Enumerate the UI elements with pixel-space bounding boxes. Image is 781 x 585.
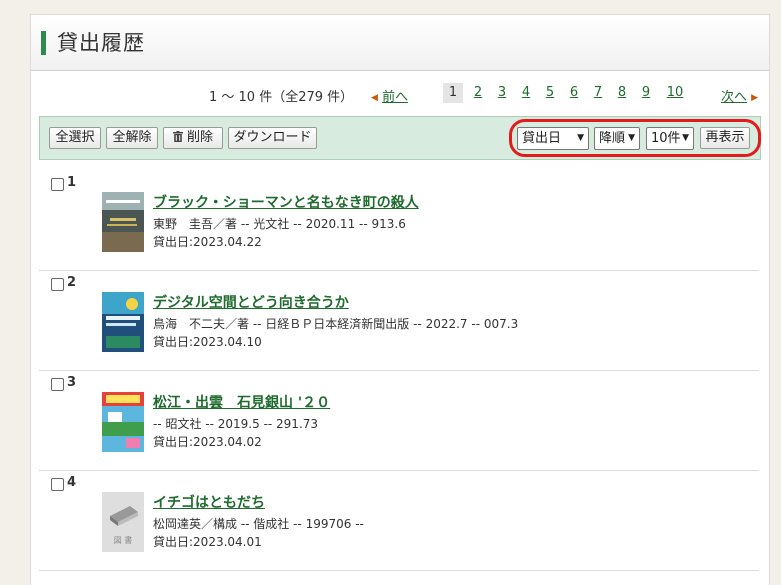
highlight-annotation: [509, 119, 761, 157]
title-accent-bar: [41, 31, 46, 55]
book-title-link[interactable]: ブラック・ショーマンと名もなき町の殺人: [153, 192, 419, 212]
item-number: 3: [67, 375, 77, 390]
page-10[interactable]: 10: [663, 83, 687, 103]
book-cover-3-icon: [102, 392, 144, 452]
next-arrow-icon: ▶: [751, 93, 759, 103]
item-number: 1: [67, 175, 77, 190]
panel-header: 貸出履歴: [31, 15, 769, 71]
delete-button[interactable]: 削除: [163, 127, 223, 149]
prev-page-link[interactable]: ◀ 前へ: [371, 86, 408, 105]
item-checkbox[interactable]: [51, 378, 64, 391]
item-number: 4: [67, 475, 77, 490]
loan-date: 貸出日:2023.04.10: [153, 335, 262, 349]
page-2[interactable]: 2: [468, 83, 488, 103]
book-title-link[interactable]: イチゴはともだち: [153, 492, 265, 512]
item-checkbox[interactable]: [51, 178, 64, 191]
loan-date: 貸出日:2023.04.02: [153, 435, 262, 449]
no-image-placeholder[interactable]: 図 書: [102, 492, 144, 552]
book-meta: 松岡達英／構成 -- 偕成社 -- 199706 --: [153, 517, 364, 531]
item-checkbox[interactable]: [51, 478, 64, 491]
result-count: 1 ～ 10 件（全279 件）: [209, 90, 354, 105]
loan-date: 貸出日:2023.04.22: [153, 235, 262, 249]
book-cover-1-icon: [102, 192, 144, 252]
page-4[interactable]: 4: [516, 83, 536, 103]
page-9[interactable]: 9: [636, 83, 656, 103]
book-meta: 鳥海 不二夫／著 -- 日経ＢＰ日本経済新聞出版 -- 2022.7 -- 00…: [153, 317, 519, 331]
deselect-all-button[interactable]: 全解除: [106, 127, 158, 149]
toolbar: 全選択 全解除 削除 ダウンロード 貸出日 ▼ 降順 ▼ 10件 ▼ 再表示: [39, 116, 761, 160]
book-title-link[interactable]: デジタル空間とどう向き合うか: [153, 292, 349, 312]
download-button[interactable]: ダウンロード: [228, 127, 317, 149]
page-8[interactable]: 8: [612, 83, 632, 103]
cover-image[interactable]: [102, 292, 144, 352]
list-item: 2 デジタル空間とどう向き合うか 鳥海 不二夫／著 -- 日経ＢＰ日本経済新聞出…: [39, 270, 759, 371]
trash-icon: [172, 131, 183, 142]
page-7[interactable]: 7: [588, 83, 608, 103]
book-meta: 東野 圭吾／著 -- 光文社 -- 2020.11 -- 913.6: [153, 217, 406, 231]
prev-page-label[interactable]: 前へ: [382, 90, 408, 105]
book-cover-2-icon: [102, 292, 144, 352]
delete-label: 削除: [186, 130, 213, 145]
page-title: 貸出履歴: [57, 31, 145, 55]
next-page-link[interactable]: 次へ ▶: [721, 86, 758, 105]
book-meta: -- 昭文社 -- 2019.5 -- 291.73: [153, 417, 319, 431]
select-all-button[interactable]: 全選択: [49, 127, 101, 149]
list-item: 3 松江・出雲 石見銀山 '２０ -- 昭文社 -- 2019.5 -- 291…: [39, 370, 759, 471]
page-3[interactable]: 3: [492, 83, 512, 103]
cover-image[interactable]: [102, 192, 144, 252]
item-checkbox[interactable]: [51, 278, 64, 291]
list-item: 1 ブラック・ショーマンと名もなき町の殺人 東野 圭吾／著 -- 光文社 -- …: [39, 170, 759, 271]
next-page-label[interactable]: 次へ: [721, 90, 747, 105]
no-image-label: 図 書: [113, 536, 133, 545]
book-title-link[interactable]: 松江・出雲 石見銀山 '２０: [153, 392, 330, 412]
prev-arrow-icon: ◀: [371, 93, 378, 103]
item-number: 2: [67, 275, 77, 290]
loan-date: 貸出日:2023.04.01: [153, 535, 262, 549]
list-item: 4 図 書 イチゴはともだち 松岡達英／構成 -- 偕成社 -- 199706 …: [39, 470, 759, 571]
history-panel: 貸出履歴 1 ～ 10 件（全279 件） ◀ 前へ 1 2 3 4 5 6 7…: [30, 14, 770, 585]
page-6[interactable]: 6: [564, 83, 584, 103]
cover-image[interactable]: [102, 392, 144, 452]
page-1: 1: [443, 83, 463, 103]
page-5[interactable]: 5: [540, 83, 560, 103]
